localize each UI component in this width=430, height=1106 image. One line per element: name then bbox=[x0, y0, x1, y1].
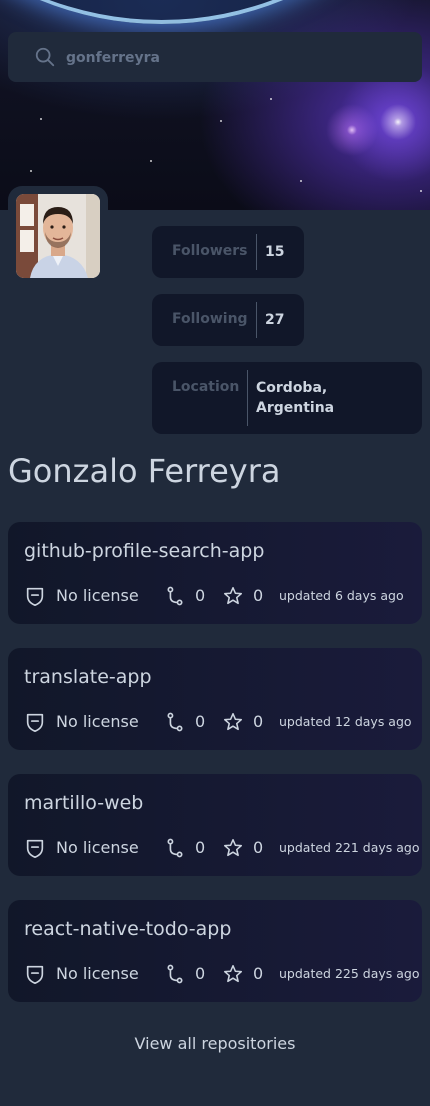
license-shield-icon bbox=[26, 587, 44, 606]
fork-icon bbox=[167, 586, 183, 606]
location-stat: Location Cordoba, Argentina bbox=[152, 362, 422, 434]
license-text: No license bbox=[56, 586, 139, 605]
fork-icon bbox=[167, 712, 183, 732]
updated-time: updated 6 days ago bbox=[279, 588, 404, 603]
repository-card[interactable]: github-profile-search-app No license 0 0… bbox=[8, 522, 422, 624]
repository-name[interactable]: translate-app bbox=[24, 666, 152, 688]
star-icon bbox=[223, 838, 243, 857]
repository-name[interactable]: github-profile-search-app bbox=[24, 540, 264, 562]
repository-card[interactable]: react-native-todo-app No license 0 0 upd… bbox=[8, 900, 422, 1002]
search-bar[interactable] bbox=[8, 32, 422, 84]
repository-meta: No license 0 0 updated 6 days ago bbox=[24, 584, 414, 608]
fork-count: 0 bbox=[195, 712, 206, 731]
repository-meta: No license 0 0 updated 225 days ago bbox=[24, 962, 420, 986]
updated-time: updated 12 days ago bbox=[279, 714, 412, 729]
avatar-frame bbox=[8, 186, 108, 286]
repository-name[interactable]: martillo-web bbox=[24, 792, 143, 814]
fork-icon bbox=[167, 964, 183, 984]
fork-count: 0 bbox=[195, 964, 206, 983]
divider bbox=[247, 370, 248, 426]
followers-label: Followers bbox=[172, 243, 248, 259]
following-stat: Following 27 bbox=[152, 294, 304, 346]
repository-meta: No license 0 0 updated 221 days ago bbox=[24, 836, 420, 860]
followers-stat: Followers 15 bbox=[152, 226, 304, 278]
repository-card[interactable]: martillo-web No license 0 0 updated 221 … bbox=[8, 774, 422, 876]
fork-count: 0 bbox=[195, 586, 206, 605]
license-shield-icon bbox=[26, 713, 44, 732]
profile-name: Gonzalo Ferreyra bbox=[8, 452, 281, 490]
search-input[interactable] bbox=[64, 32, 408, 84]
location-value: Cordoba, Argentina bbox=[256, 380, 335, 416]
repository-name[interactable]: react-native-todo-app bbox=[24, 918, 231, 940]
license-shield-icon bbox=[26, 965, 44, 984]
star-icon bbox=[223, 586, 243, 605]
repository-card[interactable]: translate-app No license 0 0 updated 12 … bbox=[8, 648, 422, 750]
search-icon bbox=[35, 47, 55, 67]
divider bbox=[256, 234, 257, 270]
location-label: Location bbox=[172, 379, 240, 395]
updated-time: updated 221 days ago bbox=[279, 840, 420, 855]
license-text: No license bbox=[56, 712, 139, 731]
following-count: 27 bbox=[265, 312, 285, 328]
star-count: 0 bbox=[253, 838, 264, 857]
star-count: 0 bbox=[253, 712, 264, 731]
planet-horizon bbox=[0, 0, 430, 24]
license-text: No license bbox=[56, 838, 139, 857]
avatar bbox=[16, 194, 100, 278]
repository-meta: No license 0 0 updated 12 days ago bbox=[24, 710, 414, 734]
fork-count: 0 bbox=[195, 838, 206, 857]
star-icon bbox=[223, 712, 243, 731]
star-icon bbox=[223, 964, 243, 983]
divider bbox=[256, 302, 257, 338]
star-count: 0 bbox=[253, 964, 264, 983]
fork-icon bbox=[167, 838, 183, 858]
following-label: Following bbox=[172, 311, 248, 327]
avatar-photo bbox=[16, 194, 100, 278]
updated-time: updated 225 days ago bbox=[279, 966, 420, 981]
license-text: No license bbox=[56, 964, 139, 983]
view-all-repositories-link[interactable]: View all repositories bbox=[0, 1034, 430, 1053]
star-count: 0 bbox=[253, 586, 264, 605]
followers-count: 15 bbox=[265, 244, 285, 260]
license-shield-icon bbox=[26, 839, 44, 858]
